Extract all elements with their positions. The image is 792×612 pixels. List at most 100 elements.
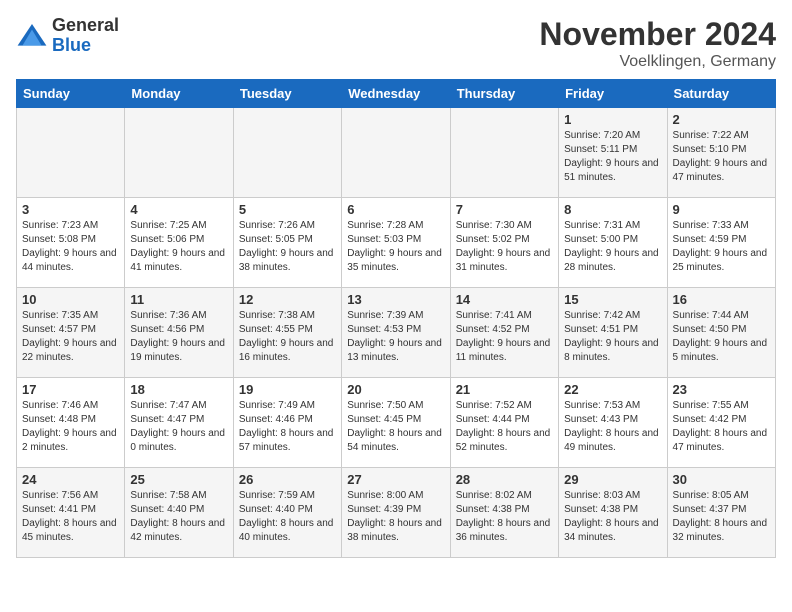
day-info: Sunrise: 7:41 AM Sunset: 4:52 PM Daylight:… <box>456 309 553 365</box>
day-number: 26 <box>239 472 336 487</box>
day-info: Sunrise: 7:22 AMSunset: 5:10 PMDaylight:… <box>673 129 770 185</box>
header-wednesday: Wednesday <box>342 80 450 108</box>
day-info: Sunrise: 7:35 AMSunset: 4:57 PMDaylight:… <box>22 309 119 365</box>
day-number: 27 <box>347 472 444 487</box>
sunset-text: Sunset: 4:39 PM <box>347 504 421 515</box>
calendar-header: SundayMondayTuesdayWednesdayThursdayFrid… <box>17 80 776 108</box>
day-number: 28 <box>456 472 553 487</box>
day-info: Sunrise: 7:36 AMSunset: 4:56 PMDaylight:… <box>130 309 227 365</box>
calendar-body: 1Sunrise: 7:20 AMSunset: 5:11 PMDaylight… <box>17 108 776 558</box>
sunrise-text: Sunrise: 7:30 AM <box>456 220 532 231</box>
day-number: 9 <box>673 202 770 217</box>
sunrise-text: Sunrise: 7:44 AM <box>673 310 749 321</box>
sunset-text: Sunset: 4:44 PM <box>456 414 530 425</box>
logo-general-text: General <box>52 16 119 36</box>
sunset-text: Sunset: 4:50 PM <box>673 324 747 335</box>
day-number: 17 <box>22 382 119 397</box>
month-title: November 2024 <box>539 16 776 53</box>
day-number: 4 <box>130 202 227 217</box>
header-tuesday: Tuesday <box>233 80 341 108</box>
daylight-text: Daylight: 8 hours and 45 minutes. <box>22 518 117 543</box>
sunrise-text: Sunrise: 7:25 AM <box>130 220 206 231</box>
calendar-cell: 15Sunrise: 7:42 AMSunset: 4:51 PMDayligh… <box>559 288 667 378</box>
day-info: Sunrise: 7:31 AMSunset: 5:00 PMDaylight:… <box>564 219 661 275</box>
calendar-cell: 13Sunrise: 7:39 AMSunset: 4:53 PMDayligh… <box>342 288 450 378</box>
sunrise-text: Sunrise: 7:50 AM <box>347 400 423 411</box>
daylight-text: Daylight: 8 hours and 34 minutes. <box>564 518 659 543</box>
day-number: 25 <box>130 472 227 487</box>
sunset-text: Sunset: 4:53 PM <box>347 324 421 335</box>
day-info: Sunrise: 7:30 AMSunset: 5:02 PMDaylight:… <box>456 219 553 275</box>
sunset-text: Sunset: 5:10 PM <box>673 144 747 155</box>
day-number: 20 <box>347 382 444 397</box>
daylight-text: Daylight: 8 hours and 36 minutes. <box>456 518 551 543</box>
sunrise-text: Sunrise: 7:41 AM <box>456 310 532 321</box>
sunrise-text: Sunrise: 7:33 AM <box>673 220 749 231</box>
sunset-text: Sunset: 5:11 PM <box>564 144 637 155</box>
calendar-cell: 5Sunrise: 7:26 AMSunset: 5:05 PMDaylight… <box>233 198 341 288</box>
daylight-text: Daylight: 9 hours and 11 minutes. <box>456 338 551 363</box>
daylight-text: Daylight: 9 hours and 44 minutes. <box>22 248 117 273</box>
sunrise-text: Sunrise: 7:26 AM <box>239 220 315 231</box>
sunrise-text: Sunrise: 8:05 AM <box>673 490 749 501</box>
daylight-text: Daylight: 8 hours and 57 minutes. <box>239 428 334 453</box>
day-number: 12 <box>239 292 336 307</box>
sunrise-text: Sunrise: 7:35 AM <box>22 310 98 321</box>
day-info: Sunrise: 7:50 AMSunset: 4:45 PMDaylight:… <box>347 399 444 455</box>
sunset-text: Sunset: 5:03 PM <box>347 234 421 245</box>
calendar-cell: 22Sunrise: 7:53 AMSunset: 4:43 PMDayligh… <box>559 378 667 468</box>
day-info: Sunrise: 7:59 AMSunset: 4:40 PMDaylight:… <box>239 489 336 545</box>
sunset-text: Sunset: 4:57 PM <box>22 324 96 335</box>
day-info: Sunrise: 7:39 AMSunset: 4:53 PMDaylight:… <box>347 309 444 365</box>
calendar-cell: 26 Sunrise: 7:59 AMSunset: 4:40 PMDayligh… <box>233 468 341 558</box>
sunset-text: Sunset: 4:55 PM <box>239 324 313 335</box>
day-number: 5 <box>239 202 336 217</box>
sunset-text: Sunset: 4:52 PM <box>456 324 530 335</box>
sunrise-text: Sunrise: 7:56 AM <box>22 490 98 501</box>
calendar-cell <box>17 108 125 198</box>
calendar-cell: 3 Sunrise: 7:23 AM Sunset: 5:08 PM Daylight… <box>17 198 125 288</box>
calendar-cell: 29Sunrise: 8:03 AMSunset: 4:38 PMDayligh… <box>559 468 667 558</box>
daylight-text: Daylight: 8 hours and 38 minutes. <box>347 518 442 543</box>
day-info: Sunrise: 8:00 AMSunset: 4:39 PMDaylight:… <box>347 489 444 545</box>
sunrise-text: Sunrise: 7:52 AM <box>456 400 532 411</box>
sunset-text: Sunset: 4:48 PM <box>22 414 96 425</box>
day-info: Sunrise: 7:53 AMSunset: 4:43 PMDaylight:… <box>564 399 661 455</box>
location-title: Voelklingen, Germany <box>539 53 776 71</box>
day-number: 11 <box>130 292 227 307</box>
daylight-text: Daylight: 9 hours and 41 minutes. <box>130 248 225 273</box>
daylight-text: Daylight: 9 hours and 2 minutes. <box>22 428 117 453</box>
sunset-text: Sunset: 4:37 PM <box>673 504 747 515</box>
sunrise-text: Sunrise: 7:28 AM <box>347 220 423 231</box>
calendar-cell: 6Sunrise: 7:28 AMSunset: 5:03 PMDaylight… <box>342 198 450 288</box>
calendar-cell: 2Sunrise: 7:22 AMSunset: 5:10 PMDaylight… <box>667 108 775 198</box>
calendar-row-0: 1Sunrise: 7:20 AMSunset: 5:11 PMDaylight… <box>17 108 776 198</box>
calendar-cell: 20 Sunrise: 7:50 AMSunset: 4:45 PMDayligh… <box>342 378 450 468</box>
calendar-cell: 1Sunrise: 7:20 AMSunset: 5:11 PMDaylight… <box>559 108 667 198</box>
day-number: 18 <box>130 382 227 397</box>
calendar-cell: 10Sunrise: 7:35 AMSunset: 4:57 PMDayligh… <box>17 288 125 378</box>
day-info: Sunrise: 7:52 AMSunset: 4:44 PMDaylight:… <box>456 399 553 455</box>
day-info: Sunrise: 7:44 AM Sunset: 4:50 PM Daylight:… <box>673 309 770 365</box>
day-number: 15 <box>564 292 661 307</box>
daylight-text: Daylight: 9 hours and 19 minutes. <box>130 338 225 363</box>
day-number: 3 <box>22 202 119 217</box>
sunset-text: Sunset: 5:08 PM <box>22 234 96 245</box>
sunset-text: Sunset: 4:56 PM <box>130 324 204 335</box>
daylight-text: Daylight: 9 hours and 5 minutes. <box>673 338 768 363</box>
logo: General Blue <box>16 16 119 56</box>
day-number: 19 <box>239 382 336 397</box>
daylight-text: Daylight: 8 hours and 47 minutes. <box>673 428 768 453</box>
sunrise-text: Sunrise: 7:23 AM <box>22 220 98 231</box>
sunset-text: Sunset: 4:41 PM <box>22 504 96 515</box>
day-info: Sunrise: 8:05 AMSunset: 4:37 PMDaylight:… <box>673 489 770 545</box>
calendar-cell: 19Sunrise: 7:49 AMSunset: 4:46 PMDayligh… <box>233 378 341 468</box>
calendar-cell: 23Sunrise: 7:55 AMSunset: 4:42 PMDayligh… <box>667 378 775 468</box>
calendar-cell: 12Sunrise: 7:38 AMSunset: 4:55 PMDayligh… <box>233 288 341 378</box>
sunset-text: Sunset: 4:43 PM <box>564 414 638 425</box>
sunrise-text: Sunrise: 7:53 AM <box>564 400 640 411</box>
logo-text: General Blue <box>52 16 119 56</box>
sunset-text: Sunset: 4:51 PM <box>564 324 638 335</box>
calendar-cell: 30Sunrise: 8:05 AMSunset: 4:37 PMDayligh… <box>667 468 775 558</box>
day-number: 8 <box>564 202 661 217</box>
